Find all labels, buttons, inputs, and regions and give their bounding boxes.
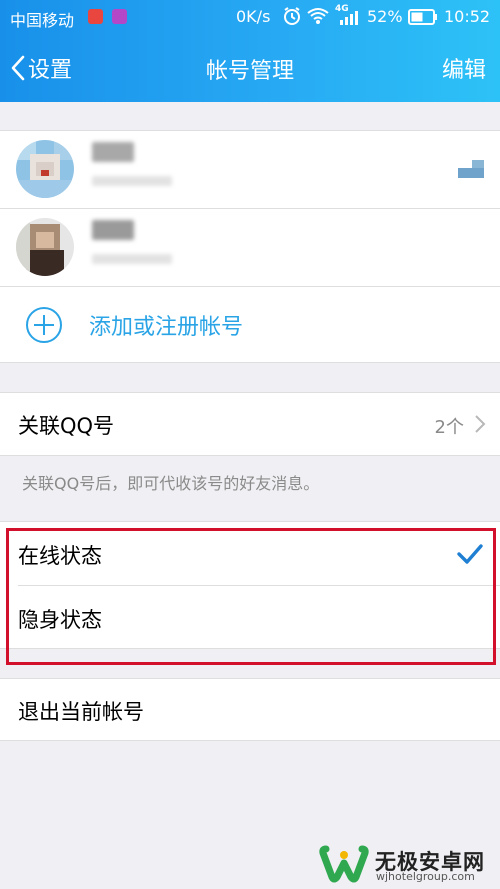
- watermark-logo: [319, 845, 369, 883]
- account-name: [92, 220, 134, 240]
- accounts-section: 添加或注册帐号: [0, 130, 500, 363]
- account-row-current[interactable]: [0, 130, 500, 208]
- logout-label: 退出当前帐号: [18, 700, 144, 724]
- title-bar: 设置 帐号管理 编辑: [0, 34, 500, 102]
- chevron-right-icon: [475, 415, 486, 433]
- add-account-button[interactable]: 添加或注册帐号: [0, 286, 500, 362]
- plus-circle-icon: [26, 307, 62, 343]
- account-row-second[interactable]: [0, 208, 500, 286]
- watermark-url: wjhotelgroup.com: [376, 870, 475, 883]
- edit-button[interactable]: 编辑: [442, 52, 486, 84]
- linked-qq-row[interactable]: 关联QQ号 2个: [0, 392, 500, 456]
- add-account-label: 添加或注册帐号: [89, 315, 244, 340]
- battery-percent: 52%: [367, 7, 403, 26]
- avatar: [16, 218, 74, 276]
- page-title: 帐号管理: [205, 59, 294, 84]
- current-account-indicator: [458, 160, 484, 178]
- status-bar: 中国移动 0K/s 4G 52% 10:52: [0, 0, 500, 34]
- carrier-label: 中国移动: [10, 11, 75, 30]
- app-header: 中国移动 0K/s 4G 52% 10:52 设置 帐号管理 编辑: [0, 0, 500, 102]
- network-speed: 0K/s: [236, 7, 271, 26]
- linked-qq-count: 2个: [434, 417, 464, 438]
- signal-icon: [340, 11, 358, 25]
- wifi-icon: [307, 8, 329, 24]
- linked-qq-hint: 关联QQ号后，即可代收该号的好友消息。: [22, 474, 320, 493]
- highlight-frame: [6, 528, 496, 665]
- account-number: [92, 176, 172, 186]
- account-name: [92, 142, 134, 162]
- linked-qq-label: 关联QQ号: [18, 414, 115, 438]
- gallery-notification-icon: [112, 9, 127, 24]
- message-notification-icon: [88, 9, 103, 24]
- alarm-icon: [284, 7, 300, 25]
- avatar: [16, 140, 74, 198]
- clock: 10:52: [444, 7, 491, 26]
- battery-icon: [408, 9, 437, 25]
- account-number: [92, 254, 172, 264]
- logout-row[interactable]: 退出当前帐号: [0, 678, 500, 741]
